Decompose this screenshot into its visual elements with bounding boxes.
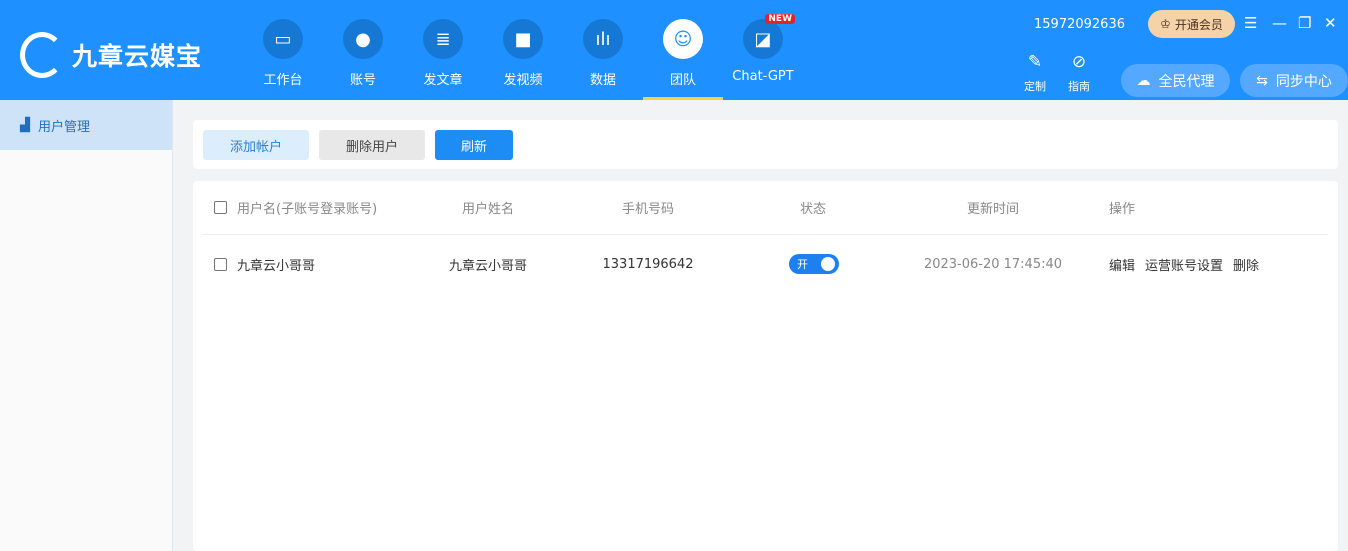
column-updated: 更新时间 <box>966 202 1019 217</box>
toolbar: 添加帐户 删除用户 刷新 <box>193 120 1338 169</box>
column-username: 用户名(子账号登录账号) <box>237 202 378 217</box>
nav-data[interactable]: ılı 数据 <box>563 0 643 100</box>
nav-label: 数据 <box>589 73 616 88</box>
add-account-button[interactable]: 添加帐户 <box>203 130 309 160</box>
nav-team[interactable]: ☺ 团队 <box>643 0 723 100</box>
restore-icon[interactable]: ❐ <box>1298 14 1311 32</box>
delete-user-button[interactable]: 删除用户 <box>319 130 425 160</box>
close-icon[interactable]: ✕ <box>1324 14 1337 32</box>
column-status: 状态 <box>799 202 826 217</box>
status-label: 开 <box>797 258 808 271</box>
agent-button[interactable]: ☁ 全民代理 <box>1121 64 1230 97</box>
guide-label: 指南 <box>1068 80 1090 93</box>
menu-icon[interactable]: ☰ <box>1244 14 1257 32</box>
swap-icon: ⇆ <box>1256 72 1268 89</box>
sidebar-item-label: 用户管理 <box>38 119 91 135</box>
sync-center-button[interactable]: ⇆ 同步中心 <box>1240 64 1348 97</box>
video-icon: ■ <box>503 19 543 59</box>
nav-label: 发视频 <box>503 73 543 88</box>
minimize-icon[interactable]: — <box>1272 14 1287 32</box>
cell-name: 九章云小哥哥 <box>448 258 527 274</box>
cell-username: 九章云小哥哥 <box>237 258 316 274</box>
nav-videos[interactable]: ■ 发视频 <box>483 0 563 100</box>
main-nav: ▭ 工作台 ● 账号 ≣ 发文章 ■ 发视频 ılı 数据 ☺ 团队 NEW ◪ Chat-GP… <box>243 0 803 100</box>
document-icon: ≣ <box>423 19 463 59</box>
team-icon: ☺ <box>663 19 703 59</box>
delete-link[interactable]: 删除 <box>1233 259 1259 274</box>
nav-label: 发文章 <box>423 73 463 88</box>
nav-label: 账号 <box>349 73 376 88</box>
vip-button[interactable]: ♔ 开通会员 <box>1148 10 1235 38</box>
table-header: 用户名(子账号登录账号) 用户姓名 手机号码 状态 更新时间 操作 <box>203 181 1328 235</box>
column-actions: 操作 <box>1109 202 1136 217</box>
sync-label: 同步中心 <box>1275 73 1332 90</box>
customize-label: 定制 <box>1024 80 1046 93</box>
app-name: 九章云媒宝 <box>72 42 203 71</box>
bar-chart-icon: ılı <box>583 19 623 59</box>
app-logo: 九章云媒宝 <box>20 32 202 78</box>
chart-icon: ▟ <box>20 117 30 133</box>
column-name: 用户姓名 <box>461 202 514 217</box>
user-table: 用户名(子账号登录账号) 用户姓名 手机号码 状态 更新时间 操作 九章云小哥哥… <box>193 181 1338 551</box>
nav-accounts[interactable]: ● 账号 <box>323 0 403 100</box>
crown-icon: ♔ <box>1160 17 1171 31</box>
toggle-knob <box>821 257 835 271</box>
logo-icon <box>20 32 64 78</box>
table-row: 九章云小哥哥 九章云小哥哥 13317196642 开 2023-06-20 1… <box>203 237 1328 291</box>
nav-articles[interactable]: ≣ 发文章 <box>403 0 483 100</box>
monitor-icon: ▭ <box>263 19 303 59</box>
cell-phone: 13317196642 <box>602 256 694 272</box>
top-bar: 九章云媒宝 ▭ 工作台 ● 账号 ≣ 发文章 ■ 发视频 ılı 数据 ☺ 团队 NEW ◪ C… <box>0 0 1348 100</box>
vip-label: 开通会员 <box>1174 17 1223 32</box>
nav-workbench[interactable]: ▭ 工作台 <box>243 0 323 100</box>
user-icon: ● <box>343 19 383 59</box>
operation-account-settings-link[interactable]: 运营账号设置 <box>1145 259 1223 274</box>
guide-button[interactable]: ⊘ 指南 <box>1064 52 1094 94</box>
new-badge: NEW <box>765 14 795 24</box>
compass-icon: ⊘ <box>1071 52 1087 72</box>
nav-label: Chat-GPT <box>732 69 794 84</box>
chat-gpt-icon: ◪ <box>743 19 783 59</box>
row-checkbox[interactable] <box>214 257 227 271</box>
agent-label: 全民代理 <box>1158 73 1215 90</box>
nav-label: 工作台 <box>263 73 303 88</box>
edit-link[interactable]: 编辑 <box>1109 259 1135 274</box>
nav-label: 团队 <box>669 73 696 88</box>
agent-icon: ☁ <box>1136 72 1151 89</box>
sidebar-item-user-management[interactable]: ▟ 用户管理 <box>0 100 172 150</box>
status-toggle[interactable]: 开 <box>789 254 839 274</box>
nav-chat-gpt[interactable]: NEW ◪ Chat-GPT <box>723 0 803 100</box>
user-phone: 15972092636 <box>1034 17 1125 32</box>
column-phone: 手机号码 <box>621 202 674 217</box>
customize-button[interactable]: ✎ 定制 <box>1020 52 1050 94</box>
refresh-button[interactable]: 刷新 <box>435 130 513 160</box>
select-all-checkbox[interactable] <box>214 201 227 214</box>
cell-updated: 2023-06-20 17:45:40 <box>923 256 1063 272</box>
pencil-ruler-icon: ✎ <box>1027 52 1043 72</box>
sidebar: ▟ 用户管理 <box>0 100 173 551</box>
